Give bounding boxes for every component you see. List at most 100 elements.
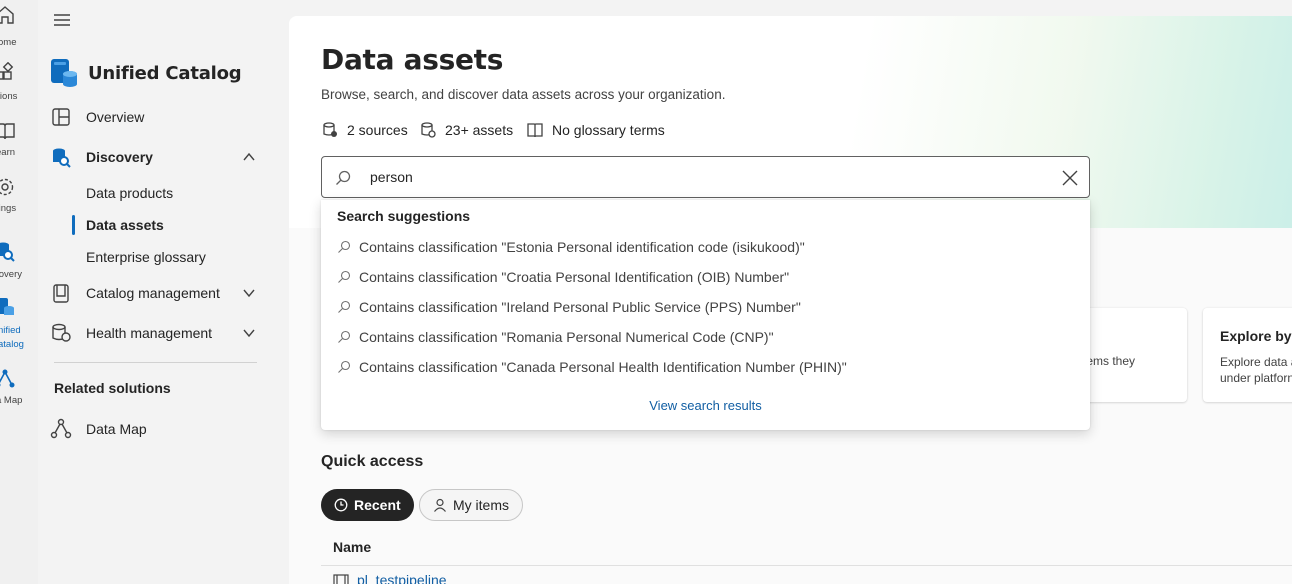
rail-learn[interactable]: earn bbox=[0, 120, 38, 176]
sources-icon bbox=[323, 122, 337, 137]
hamburger-menu-icon[interactable] bbox=[52, 12, 72, 28]
search-icon bbox=[338, 270, 351, 283]
search-suggestion[interactable]: Contains classification "Romania Persona… bbox=[337, 322, 1077, 352]
column-header-name[interactable]: Name bbox=[333, 539, 371, 555]
nav-item-discovery[interactable]: Discovery bbox=[50, 141, 262, 173]
stat-glossary: No glossary terms bbox=[526, 121, 665, 139]
search-suggestion[interactable]: Contains classification "Ireland Persona… bbox=[337, 292, 1077, 322]
nav-item-health-management[interactable]: Health management bbox=[50, 317, 262, 349]
nav-sub-data-products[interactable]: Data products bbox=[86, 179, 173, 207]
card-browse-desc: ems they bbox=[1086, 354, 1135, 368]
glossary-book-icon bbox=[527, 123, 543, 138]
search-icon bbox=[338, 240, 351, 253]
stat-assets: 23+ assets bbox=[419, 121, 513, 139]
rail-data-map[interactable]: a Map bbox=[0, 368, 38, 424]
rail-home[interactable]: ome bbox=[0, 4, 38, 60]
health-management-icon bbox=[52, 323, 71, 342]
search-suggestion-text: Contains classification "Romania Persona… bbox=[359, 329, 774, 345]
discovery-icon bbox=[53, 148, 71, 168]
nav-item-data-map-label: Data Map bbox=[86, 421, 147, 437]
learn-icon bbox=[0, 123, 15, 140]
rail-label-catalog: atalog bbox=[0, 339, 24, 350]
chevron-up-icon[interactable] bbox=[242, 150, 256, 164]
main-content: Data assets Browse, search, and discover… bbox=[289, 16, 1292, 584]
search-suggestion[interactable]: Contains classification "Croatia Persona… bbox=[337, 262, 1077, 292]
rail-discovery[interactable]: covery bbox=[0, 240, 38, 296]
rail-label-settings: tings bbox=[0, 203, 17, 214]
search-suggestions-dropdown: Search suggestions Contains classificati… bbox=[321, 200, 1090, 430]
card-explore[interactable]: Explore by Explore data a under platforn bbox=[1203, 308, 1292, 402]
page-subtitle: Browse, search, and discover data assets… bbox=[321, 87, 726, 102]
discovery-icon bbox=[0, 242, 15, 262]
app-rail: ome utions earn tings covery nified atal… bbox=[0, 0, 38, 584]
rail-label-unified: nified bbox=[0, 325, 21, 336]
clock-icon bbox=[334, 498, 348, 512]
rail-unified-catalog[interactable]: nified atalog bbox=[0, 296, 38, 356]
rail-label-data-map: a Map bbox=[0, 395, 23, 406]
stat-assets-label: 23+ assets bbox=[445, 122, 514, 138]
view-search-results-link[interactable]: View search results bbox=[321, 398, 1090, 413]
tab-recent-label: Recent bbox=[354, 497, 401, 513]
nav-item-catalog-management[interactable]: Catalog management bbox=[50, 277, 262, 309]
person-icon bbox=[434, 498, 446, 512]
nav-item-discovery-label: Discovery bbox=[86, 149, 153, 165]
search-icon bbox=[338, 300, 351, 313]
rail-label-discovery: covery bbox=[0, 269, 22, 280]
rail-label-learn: earn bbox=[0, 147, 16, 158]
tab-my-items-label: My items bbox=[453, 497, 509, 513]
nav-item-overview[interactable]: Overview bbox=[50, 101, 262, 133]
left-nav: Unified Catalog Overview Discovery Data … bbox=[38, 0, 274, 584]
card-explore-title: Explore by bbox=[1220, 328, 1292, 344]
search-suggestion[interactable]: Contains classification "Estonia Persona… bbox=[337, 232, 1077, 262]
table-row[interactable]: pl_testpipeline bbox=[333, 572, 447, 584]
nav-item-data-map[interactable]: Data Map bbox=[50, 413, 262, 445]
related-solutions-title: Related solutions bbox=[54, 380, 171, 396]
search-suggestion[interactable]: Contains classification "Canada Personal… bbox=[337, 352, 1077, 382]
tab-my-items[interactable]: My items bbox=[419, 489, 523, 521]
nav-selected-indicator bbox=[72, 215, 75, 235]
search-suggestion-text: Contains classification "Canada Personal… bbox=[359, 359, 847, 375]
card-explore-desc-1: Explore data a bbox=[1220, 355, 1292, 369]
unified-catalog-logo-icon bbox=[51, 59, 77, 87]
catalog-management-icon bbox=[53, 284, 69, 303]
assets-icon bbox=[421, 122, 436, 138]
search-suggestions-title: Search suggestions bbox=[337, 208, 471, 224]
stat-sources: 2 sources bbox=[321, 121, 408, 139]
chevron-down-icon[interactable] bbox=[242, 326, 256, 340]
search-input[interactable] bbox=[370, 165, 1050, 189]
rail-label-solutions: utions bbox=[0, 91, 18, 102]
brand-title: Unified Catalog bbox=[88, 62, 242, 84]
solutions-icon bbox=[0, 62, 14, 80]
tab-recent[interactable]: Recent bbox=[321, 489, 414, 521]
nav-divider bbox=[54, 362, 257, 363]
search-icon bbox=[338, 330, 351, 343]
table-row-name: pl_testpipeline bbox=[357, 572, 447, 584]
overview-icon bbox=[52, 108, 70, 126]
search-suggestion-text: Contains classification "Estonia Persona… bbox=[359, 239, 805, 255]
rail-solutions[interactable]: utions bbox=[0, 62, 38, 118]
quick-access-title: Quick access bbox=[321, 453, 424, 470]
nav-item-catalog-management-label: Catalog management bbox=[86, 285, 220, 301]
stat-sources-label: 2 sources bbox=[347, 122, 408, 138]
settings-icon bbox=[0, 178, 14, 196]
search-icon bbox=[336, 170, 351, 185]
table-header-divider bbox=[321, 565, 1292, 566]
search-suggestion-text: Contains classification "Croatia Persona… bbox=[359, 269, 790, 285]
nav-sub-enterprise-glossary[interactable]: Enterprise glossary bbox=[86, 243, 206, 271]
search-suggestion-text: Contains classification "Ireland Persona… bbox=[359, 299, 801, 315]
home-icon bbox=[0, 6, 14, 24]
clear-search-icon[interactable] bbox=[1061, 169, 1079, 187]
search-box[interactable] bbox=[321, 156, 1090, 198]
nav-item-health-management-label: Health management bbox=[86, 325, 213, 341]
stat-glossary-label: No glossary terms bbox=[552, 122, 665, 138]
data-map-icon bbox=[50, 418, 72, 439]
pipeline-icon bbox=[333, 574, 349, 584]
chevron-down-icon[interactable] bbox=[242, 286, 256, 300]
page-title: Data assets bbox=[321, 43, 504, 76]
card-explore-desc-2: under platforn bbox=[1220, 371, 1292, 385]
nav-sub-data-assets[interactable]: Data assets bbox=[86, 211, 164, 239]
nav-item-overview-label: Overview bbox=[86, 109, 145, 125]
unified-catalog-icon bbox=[0, 298, 14, 315]
brand: Unified Catalog bbox=[50, 58, 242, 88]
rail-settings[interactable]: tings bbox=[0, 176, 38, 232]
